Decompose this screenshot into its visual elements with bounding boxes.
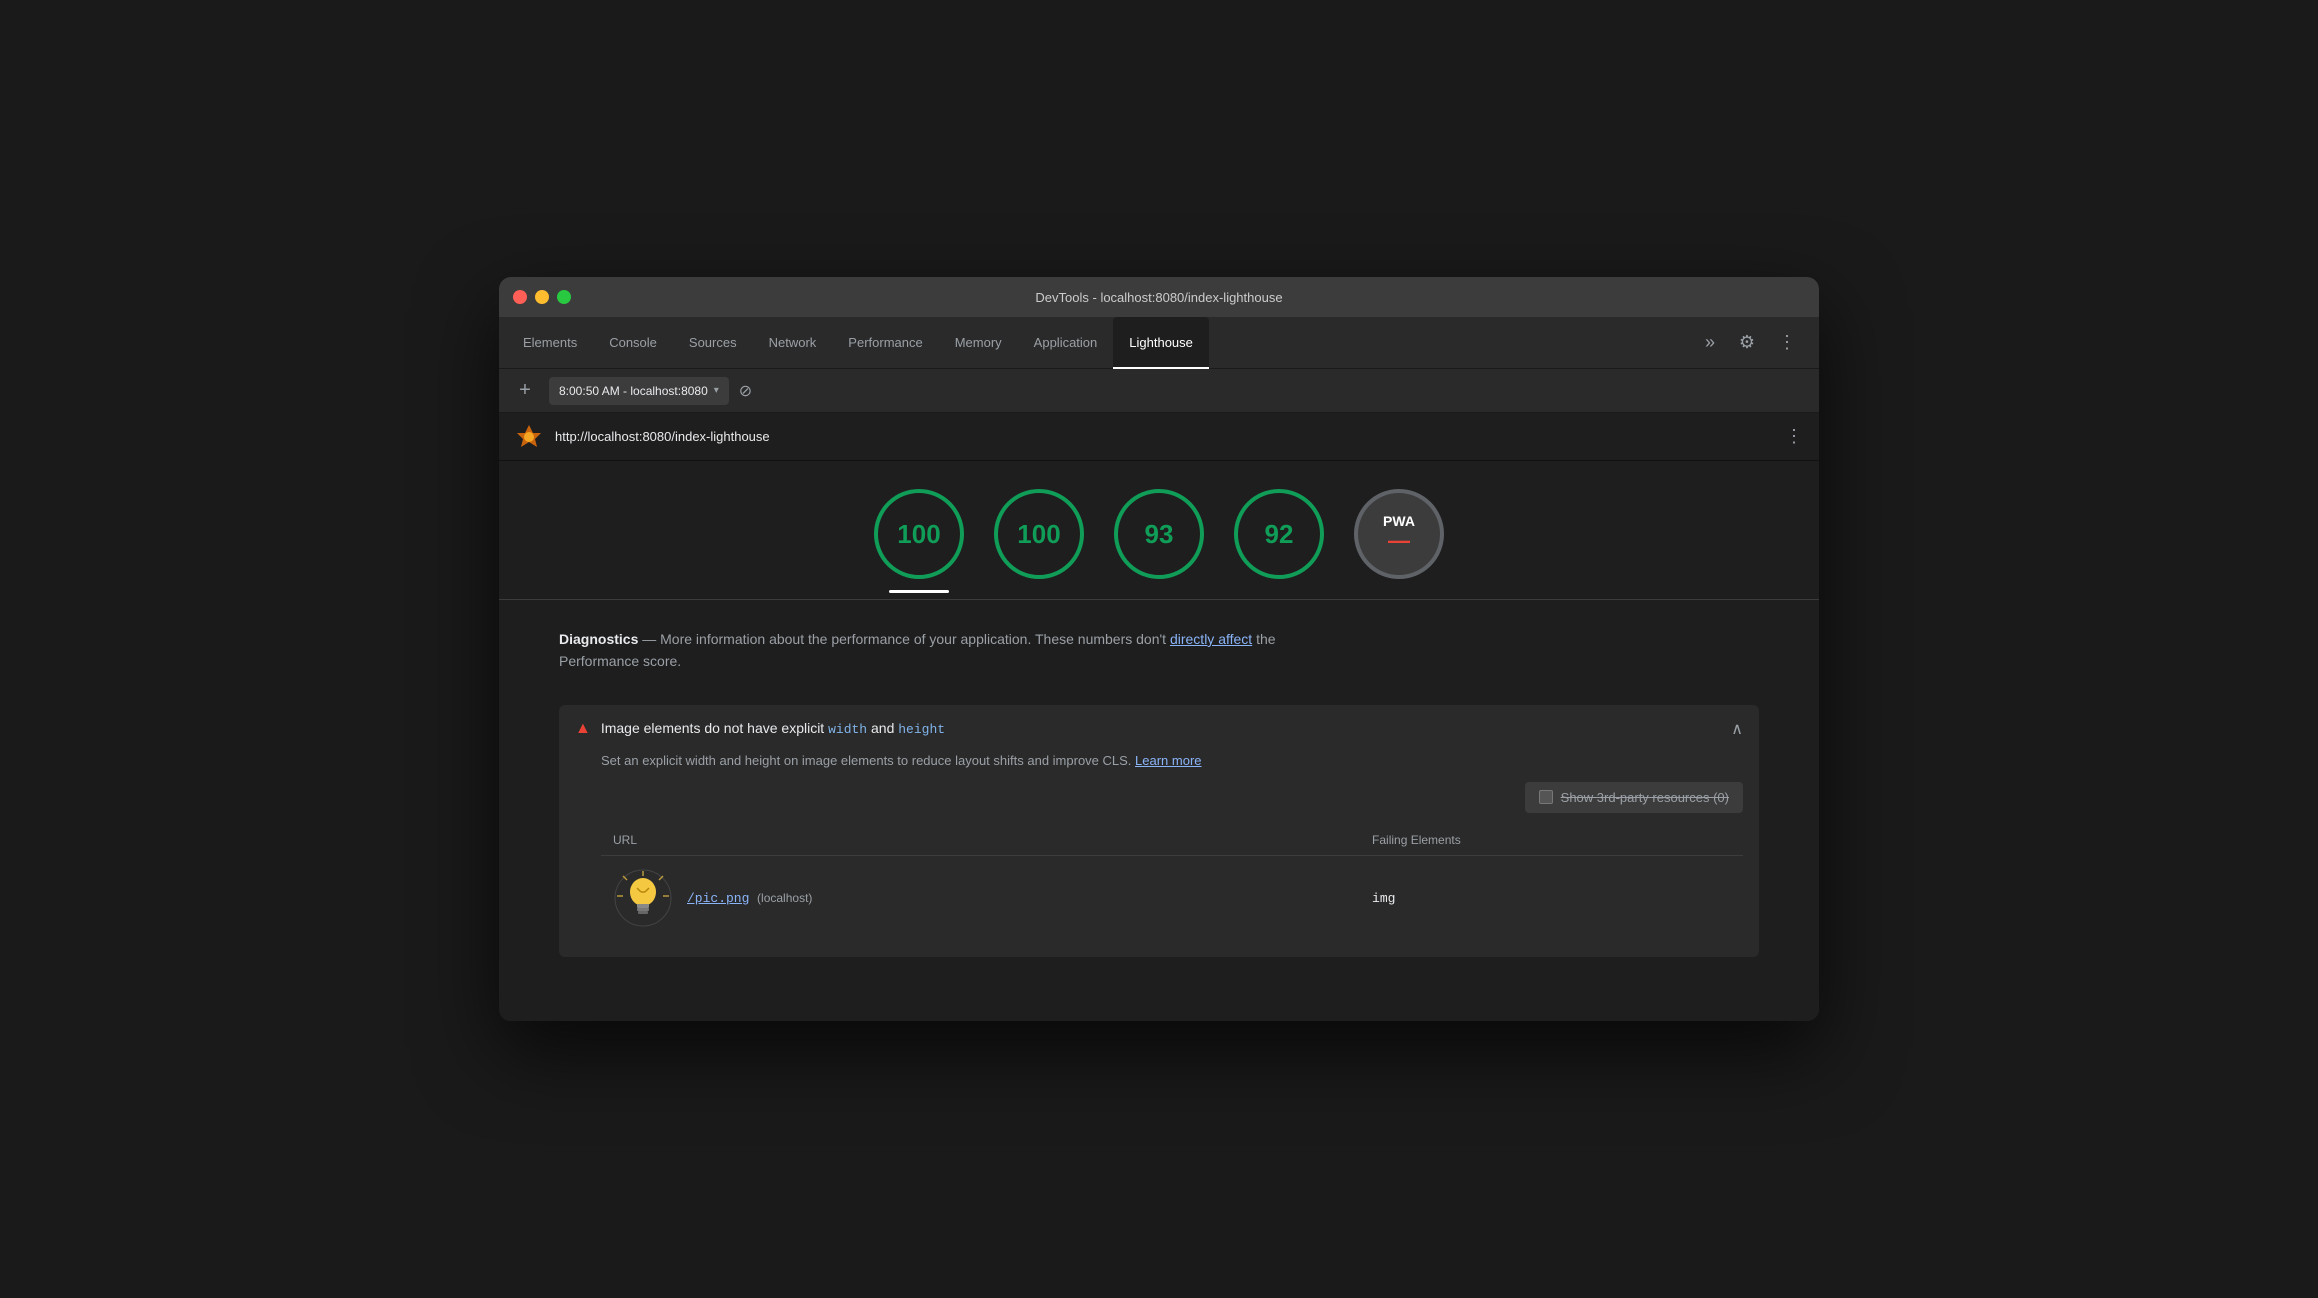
warning-body: Set an explicit width and height on imag…	[559, 753, 1759, 957]
current-url: 8:00:50 AM - localhost:8080	[559, 384, 708, 398]
minimize-button[interactable]	[535, 290, 549, 304]
url-column-header: URL	[601, 825, 1360, 856]
tab-memory[interactable]: Memory	[939, 317, 1018, 369]
tab-lighthouse[interactable]: Lighthouse	[1113, 317, 1209, 369]
tab-console[interactable]: Console	[593, 317, 673, 369]
result-table: URL Failing Elements	[601, 825, 1743, 941]
file-url-link[interactable]: /pic.png	[687, 891, 749, 906]
failing-element-cell: img	[1360, 855, 1743, 940]
title-bar: DevTools - localhost:8080/index-lighthou…	[499, 277, 1819, 317]
learn-more-link[interactable]: Learn more	[1135, 753, 1201, 768]
close-button[interactable]	[513, 290, 527, 304]
table-row: /pic.png (localhost) img	[601, 855, 1743, 940]
directly-affect-link[interactable]: directly affect	[1170, 631, 1252, 647]
show-3p-row: Show 3rd-party resources (0)	[601, 782, 1743, 813]
image-thumbnail	[613, 868, 673, 928]
score-accessibility[interactable]: 100	[994, 489, 1084, 579]
file-cell: /pic.png (localhost)	[613, 868, 1348, 928]
address-bar: + 8:00:50 AM - localhost:8080 ▾ ⊘	[499, 369, 1819, 413]
tabs-actions: ⚙ ⋮	[1723, 327, 1811, 359]
warning-block: ▲ Image elements do not have explicit wi…	[559, 705, 1759, 957]
tab-elements[interactable]: Elements	[507, 317, 593, 369]
lighthouse-logo-icon	[515, 423, 543, 451]
main-content: 100 100 93 92 PWA — Diagnostics — More i…	[499, 461, 1819, 1021]
tab-performance[interactable]: Performance	[832, 317, 938, 369]
stop-reload-button[interactable]: ⊘	[739, 381, 752, 401]
maximize-button[interactable]	[557, 290, 571, 304]
score-seo[interactable]: 92	[1234, 489, 1324, 579]
lighthouse-url-bar: http://localhost:8080/index-lighthouse ⋮	[499, 413, 1819, 461]
show-3p-checkbox[interactable]	[1539, 790, 1553, 804]
score-performance[interactable]: 100	[874, 489, 964, 579]
warning-description: Set an explicit width and height on imag…	[601, 753, 1743, 768]
warning-header[interactable]: ▲ Image elements do not have explicit wi…	[559, 705, 1759, 753]
more-tabs-button[interactable]: »	[1697, 332, 1723, 353]
settings-icon[interactable]: ⚙	[1731, 327, 1763, 359]
window-title: DevTools - localhost:8080/index-lighthou…	[1035, 290, 1282, 305]
page-url: http://localhost:8080/index-lighthouse	[555, 429, 1773, 444]
new-tab-button[interactable]: +	[511, 377, 539, 405]
score-pwa[interactable]: PWA —	[1354, 489, 1444, 579]
warning-title: Image elements do not have explicit widt…	[601, 720, 1721, 737]
file-host: (localhost)	[757, 891, 812, 905]
show-3p-button[interactable]: Show 3rd-party resources (0)	[1525, 782, 1743, 813]
tab-application[interactable]: Application	[1018, 317, 1114, 369]
url-dropdown-icon[interactable]: ▾	[714, 385, 719, 396]
tab-network[interactable]: Network	[753, 317, 833, 369]
warning-triangle-icon: ▲	[575, 720, 591, 738]
window-controls	[513, 290, 571, 304]
scores-row: 100 100 93 92 PWA —	[499, 461, 1819, 599]
failing-element-value: img	[1372, 891, 1395, 906]
url-input[interactable]: 8:00:50 AM - localhost:8080 ▾	[549, 377, 729, 405]
failing-elements-column-header: Failing Elements	[1360, 825, 1743, 856]
diagnostics-description: Diagnostics — More information about the…	[559, 628, 1759, 673]
url-more-icon[interactable]: ⋮	[1785, 426, 1803, 447]
tabs-bar: Elements Console Sources Network Perform…	[499, 317, 1819, 369]
score-best-practices[interactable]: 93	[1114, 489, 1204, 579]
diagnostics-title: Diagnostics	[559, 631, 638, 647]
tab-sources[interactable]: Sources	[673, 317, 753, 369]
diagnostics-section: Diagnostics — More information about the…	[499, 599, 1819, 689]
chevron-up-icon[interactable]: ∧	[1731, 719, 1743, 739]
more-options-icon[interactable]: ⋮	[1771, 327, 1803, 359]
devtools-window: DevTools - localhost:8080/index-lighthou…	[499, 277, 1819, 1021]
url-cell: /pic.png (localhost)	[601, 855, 1360, 940]
